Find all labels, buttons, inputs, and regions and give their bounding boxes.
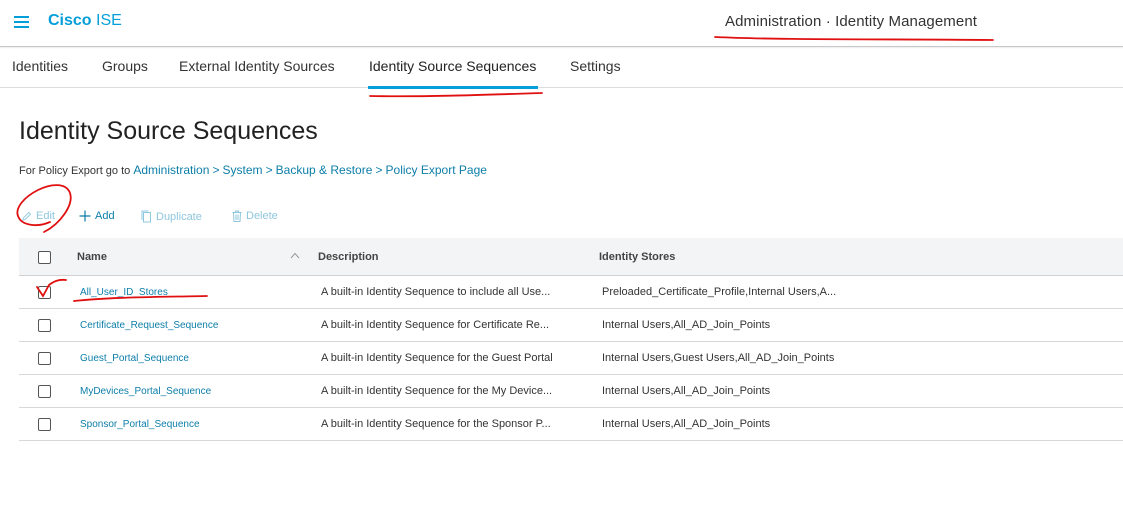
link-administration[interactable]: Administration: [133, 163, 209, 177]
copy-icon: [141, 210, 151, 223]
trash-icon: [232, 210, 242, 222]
tab-identity-source-sequences[interactable]: Identity Source Sequences: [369, 58, 536, 74]
sequence-description: A built-in Identity Sequence for the Gue…: [321, 352, 553, 364]
tab-bar: Identities Groups External Identity Sour…: [0, 48, 1123, 89]
sequence-description: A built-in Identity Sequence for Certifi…: [321, 319, 550, 331]
sequence-identity-stores: Internal Users,All_AD_Join_Points: [602, 418, 771, 430]
table-row[interactable]: Sponsor_Portal_Sequence A built-in Ident…: [19, 408, 1123, 441]
edit-label: Edit: [36, 210, 55, 222]
brand-name: Cisco: [48, 12, 92, 29]
add-label: Add: [95, 210, 115, 222]
delete-label: Delete: [246, 210, 278, 222]
page-context-title: Administration · Identity Management: [725, 13, 978, 30]
sequence-identity-stores: Internal Users,All_AD_Join_Points: [602, 319, 771, 331]
top-header: Cisco ISE Administration · Identity Mana…: [0, 0, 1123, 47]
row-checkbox[interactable]: [38, 319, 51, 332]
link-system[interactable]: System: [223, 163, 263, 177]
active-tab-indicator: [368, 86, 538, 89]
policy-export-breadcrumb: For Policy Export go to Administration >…: [19, 163, 487, 177]
breadcrumb-separator: >: [265, 163, 273, 177]
duplicate-label: Duplicate: [156, 210, 202, 223]
sequence-identity-stores: Internal Users,Guest Users,All_AD_Join_P…: [602, 352, 835, 364]
policy-export-prefix: For Policy Export go to: [19, 165, 131, 177]
column-header-identity-stores[interactable]: Identity Stores: [599, 251, 675, 263]
sequence-description: A built-in Identity Sequence to include …: [321, 286, 551, 298]
column-header-name[interactable]: Name: [77, 251, 107, 263]
brand-product: ISE: [96, 12, 122, 29]
pencil-icon: [22, 211, 32, 221]
sequence-description: A built-in Identity Sequence for the My …: [321, 385, 553, 397]
table-header: Name Description Identity Stores: [19, 238, 1123, 276]
link-policy-export-page[interactable]: Policy Export Page: [386, 163, 487, 177]
table-row[interactable]: Certificate_Request_Sequence A built-in …: [19, 309, 1123, 342]
breadcrumb-separator: >: [212, 163, 220, 177]
tab-external-identity-sources[interactable]: External Identity Sources: [179, 58, 335, 74]
sequence-description: A built-in Identity Sequence for the Spo…: [321, 418, 551, 430]
row-checkbox[interactable]: [38, 352, 51, 365]
edit-button[interactable]: Edit: [21, 210, 55, 222]
link-backup-restore[interactable]: Backup & Restore: [276, 163, 373, 177]
sequence-name-link[interactable]: Sponsor_Portal_Sequence: [80, 419, 200, 430]
app-brand[interactable]: Cisco ISE: [48, 12, 122, 30]
annotation-underline-tab: [369, 92, 543, 98]
select-all-checkbox[interactable]: [38, 251, 51, 264]
plus-icon: [79, 210, 91, 222]
row-checkbox[interactable]: [38, 418, 51, 431]
sequence-name-link[interactable]: Certificate_Request_Sequence: [80, 320, 218, 331]
tab-identities[interactable]: Identities: [12, 58, 68, 74]
sequence-name-link[interactable]: Guest_Portal_Sequence: [80, 353, 189, 364]
menu-icon[interactable]: [14, 16, 30, 28]
sort-ascending-icon[interactable]: [290, 252, 300, 259]
row-checkbox[interactable]: [38, 286, 51, 299]
tab-groups[interactable]: Groups: [102, 58, 148, 74]
tab-settings[interactable]: Settings: [570, 58, 621, 74]
delete-button[interactable]: Delete: [232, 210, 278, 222]
duplicate-button[interactable]: Duplicate: [141, 210, 202, 223]
sequence-identity-stores: Preloaded_Certificate_Profile,Internal U…: [602, 286, 837, 298]
sequence-name-link[interactable]: All_User_ID_Stores: [80, 287, 168, 298]
annotation-circle-edit: [16, 184, 72, 233]
sequence-name-link[interactable]: MyDevices_Portal_Sequence: [80, 386, 211, 397]
table-row[interactable]: All_User_ID_Stores A built-in Identity S…: [19, 276, 1123, 309]
table-row[interactable]: MyDevices_Portal_Sequence A built-in Ide…: [19, 375, 1123, 408]
row-checkbox[interactable]: [38, 385, 51, 398]
add-button[interactable]: Add: [79, 210, 115, 222]
table-row[interactable]: Guest_Portal_Sequence A built-in Identit…: [19, 342, 1123, 375]
column-header-description[interactable]: Description: [318, 251, 379, 263]
sequence-identity-stores: Internal Users,All_AD_Join_Points: [602, 385, 771, 397]
breadcrumb-separator: >: [375, 163, 383, 177]
page-title: Identity Source Sequences: [19, 117, 318, 145]
